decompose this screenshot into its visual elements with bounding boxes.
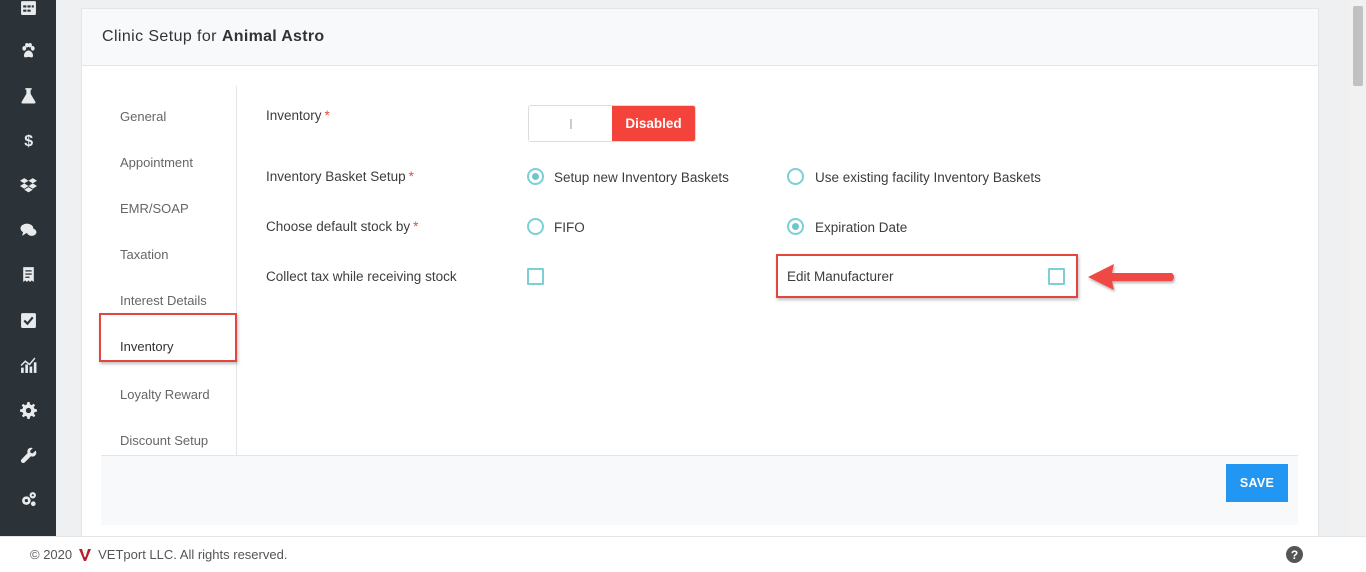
annotation-arrow-icon [1088, 264, 1174, 290]
toggle-state-label: Disabled [612, 106, 695, 141]
nav-item-appointment[interactable]: Appointment [102, 139, 237, 185]
chart-icon[interactable] [0, 353, 56, 377]
gear-icon[interactable] [0, 398, 56, 422]
nav-item-general[interactable]: General [102, 93, 237, 139]
calendar-icon[interactable] [0, 0, 56, 19]
radio-use-existing-baskets-label: Use existing facility Inventory Baskets [815, 170, 1041, 185]
radio-fifo[interactable] [527, 218, 544, 235]
save-button[interactable]: SAVE [1226, 464, 1288, 502]
edit-manufacturer-checkbox[interactable] [1048, 268, 1065, 285]
collect-tax-checkbox[interactable] [527, 268, 544, 285]
page-title-prefix: Clinic Setup for [102, 28, 217, 45]
vetport-logo-icon [79, 548, 92, 561]
radio-fifo-label: FIFO [554, 220, 585, 235]
settings-nav: General Appointment EMR/SOAP Taxation In… [102, 86, 237, 456]
radio-expiration-date[interactable] [787, 218, 804, 235]
nav-item-interest-details[interactable]: Interest Details [102, 277, 237, 323]
sidebar-rail: $ [0, 0, 56, 536]
inventory-label: Inventory * [266, 108, 330, 123]
default-stock-label: Choose default stock by * [266, 219, 419, 234]
dollar-icon[interactable]: $ [0, 127, 56, 151]
scrollbar-thumb[interactable] [1353, 6, 1363, 86]
basket-setup-label: Inventory Basket Setup * [266, 169, 414, 184]
collect-tax-label: Collect tax while receiving stock [266, 269, 457, 284]
nav-item-taxation[interactable]: Taxation [102, 231, 237, 277]
chat-icon[interactable] [0, 218, 56, 242]
page-scrollbar[interactable] [1350, 0, 1366, 536]
clinic-name: Animal Astro [221, 28, 325, 45]
nav-item-emr-soap[interactable]: EMR/SOAP [102, 185, 237, 231]
gears-icon[interactable] [0, 487, 56, 511]
paw-icon[interactable] [0, 38, 56, 62]
inventory-toggle[interactable]: Disabled [528, 105, 696, 142]
flask-icon[interactable] [0, 83, 56, 107]
radio-setup-new-baskets[interactable] [527, 168, 544, 185]
page-footer: © 2020 VETport LLC. All rights reserved. [0, 536, 1366, 572]
radio-expiration-date-label: Expiration Date [815, 220, 908, 235]
checkbox-icon[interactable] [0, 308, 56, 332]
radio-setup-new-baskets-label: Setup new Inventory Baskets [554, 170, 729, 185]
nav-item-loyalty-reward[interactable]: Loyalty Reward [102, 371, 237, 417]
receipt-icon[interactable] [0, 262, 56, 286]
dropbox-icon[interactable] [0, 173, 56, 197]
radio-use-existing-baskets[interactable] [787, 168, 804, 185]
company-text: VETport LLC. All rights reserved. [98, 547, 288, 562]
svg-text:$: $ [24, 132, 33, 147]
toggle-knob[interactable] [529, 106, 612, 141]
copyright-text: © 2020 [30, 547, 73, 562]
edit-manufacturer-label: Edit Manufacturer [787, 269, 894, 284]
card-footer [101, 455, 1298, 525]
nav-item-inventory[interactable]: Inventory [102, 323, 237, 369]
help-icon[interactable]: ? [1286, 546, 1303, 563]
wrench-icon[interactable] [0, 443, 56, 467]
card-header: Clinic Setup for Animal Astro [82, 9, 1318, 66]
